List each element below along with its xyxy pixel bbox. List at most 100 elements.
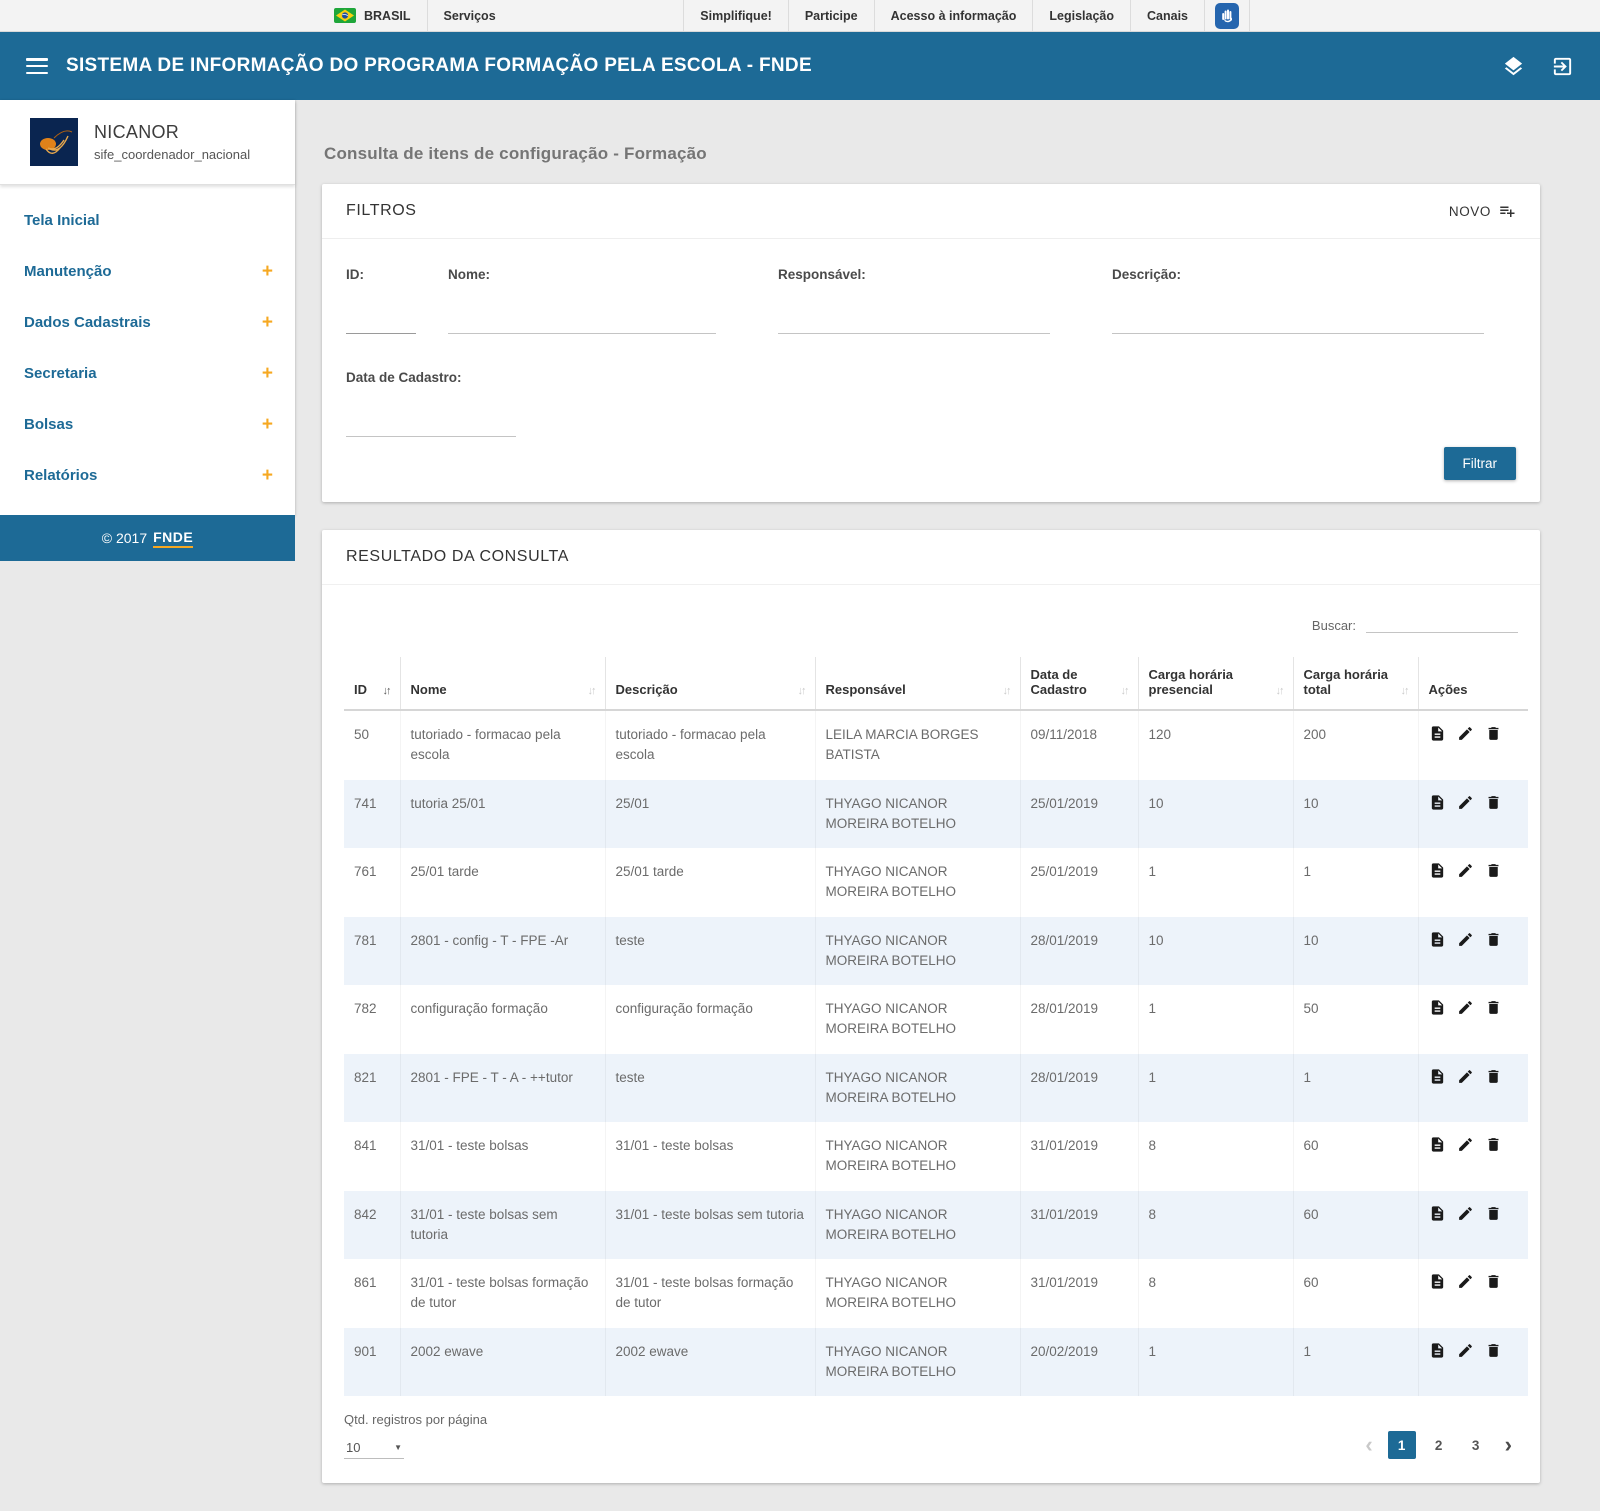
sidebar-menu-item[interactable]: Tela Inicial — [0, 195, 295, 246]
filtrar-button[interactable]: Filtrar — [1444, 447, 1517, 480]
expand-plus-icon[interactable]: + — [262, 418, 273, 432]
view-document-icon[interactable] — [1429, 1273, 1446, 1290]
gov-link[interactable]: Simplifique! — [683, 0, 788, 31]
cell-carga-presencial: 1 — [1138, 848, 1293, 917]
brasil-gov-link[interactable]: BRASIL — [318, 0, 427, 31]
vlibras-accessibility-icon[interactable] — [1215, 3, 1239, 29]
table-row: 782 configuração formação configuração f… — [344, 985, 1528, 1054]
cell-data-cadastro: 31/01/2019 — [1020, 1259, 1138, 1328]
edit-pencil-icon[interactable] — [1457, 1205, 1474, 1222]
table-row: 761 25/01 tarde 25/01 tarde THYAGO NICAN… — [344, 848, 1528, 917]
cell-data-cadastro: 20/02/2019 — [1020, 1328, 1138, 1397]
view-document-icon[interactable] — [1429, 794, 1446, 811]
delete-trash-icon[interactable] — [1485, 1068, 1502, 1085]
expand-plus-icon[interactable]: + — [262, 316, 273, 330]
filter-descricao-label: Descrição: — [1112, 267, 1484, 282]
cell-id: 901 — [344, 1328, 400, 1397]
filter-data-cadastro-input[interactable] — [346, 415, 516, 437]
edit-pencil-icon[interactable] — [1457, 999, 1474, 1016]
table-row: 842 31/01 - teste bolsas sem tutoria 31/… — [344, 1191, 1528, 1260]
sort-icon: ↓↑ — [1276, 685, 1283, 697]
cell-id: 782 — [344, 985, 400, 1054]
sidebar-menu-item[interactable]: Relatórios + — [0, 450, 295, 501]
column-header-responsavel[interactable]: Responsável↓↑ — [815, 657, 1020, 710]
column-header-carga-total[interactable]: Carga horária total↓↑ — [1293, 657, 1418, 710]
layers-icon[interactable] — [1502, 55, 1525, 78]
delete-trash-icon[interactable] — [1485, 725, 1502, 742]
pagination-next-icon[interactable]: › — [1499, 1434, 1518, 1456]
cell-carga-presencial: 8 — [1138, 1122, 1293, 1191]
pagination-page-3[interactable]: 3 — [1462, 1431, 1490, 1459]
cell-responsavel: THYAGO NICANOR MOREIRA BOTELHO — [815, 985, 1020, 1054]
pagination-page-1[interactable]: 1 — [1388, 1431, 1416, 1459]
cell-descricao: configuração formação — [605, 985, 815, 1054]
column-header-carga-presencial[interactable]: Carga horária presencial↓↑ — [1138, 657, 1293, 710]
logout-icon[interactable] — [1551, 55, 1574, 78]
gov-link[interactable]: Legislação — [1032, 0, 1130, 31]
expand-plus-icon[interactable]: + — [262, 367, 273, 381]
gov-link[interactable]: Participe — [788, 0, 874, 31]
app-header: SISTEMA DE INFORMAÇÃO DO PROGRAMA FORMAÇ… — [0, 32, 1600, 100]
delete-trash-icon[interactable] — [1485, 862, 1502, 879]
cell-id: 821 — [344, 1054, 400, 1123]
filter-responsavel-input[interactable] — [778, 312, 1050, 334]
delete-trash-icon[interactable] — [1485, 794, 1502, 811]
delete-trash-icon[interactable] — [1485, 931, 1502, 948]
view-document-icon[interactable] — [1429, 999, 1446, 1016]
sort-icon: ↓↑ — [1003, 685, 1010, 697]
delete-trash-icon[interactable] — [1485, 1136, 1502, 1153]
cell-id: 50 — [344, 710, 400, 780]
edit-pencil-icon[interactable] — [1457, 862, 1474, 879]
view-document-icon[interactable] — [1429, 1136, 1446, 1153]
edit-pencil-icon[interactable] — [1457, 931, 1474, 948]
view-document-icon[interactable] — [1429, 931, 1446, 948]
per-page-select[interactable]: 10 ▼ — [344, 1437, 404, 1459]
brasil-label: BRASIL — [364, 9, 411, 23]
novo-button[interactable]: NOVO — [1449, 202, 1516, 220]
edit-pencil-icon[interactable] — [1457, 1136, 1474, 1153]
gov-link[interactable]: Acesso à informação — [874, 0, 1033, 31]
sidebar-menu-item[interactable]: Manutenção + — [0, 246, 295, 297]
delete-trash-icon[interactable] — [1485, 999, 1502, 1016]
sidebar-menu-item[interactable]: Bolsas + — [0, 399, 295, 450]
sort-icon: ↓↑ — [383, 685, 390, 697]
view-document-icon[interactable] — [1429, 1205, 1446, 1222]
column-header-descricao[interactable]: Descrição↓↑ — [605, 657, 815, 710]
edit-pencil-icon[interactable] — [1457, 1342, 1474, 1359]
column-header-data-cadastro[interactable]: Data de Cadastro↓↑ — [1020, 657, 1138, 710]
filter-id-input[interactable] — [346, 312, 416, 334]
delete-trash-icon[interactable] — [1485, 1205, 1502, 1222]
edit-pencil-icon[interactable] — [1457, 725, 1474, 742]
sidebar-menu-item[interactable]: Secretaria + — [0, 348, 295, 399]
view-document-icon[interactable] — [1429, 862, 1446, 879]
sort-icon: ↓↑ — [798, 685, 805, 697]
column-header-id[interactable]: ID↓↑ — [344, 657, 400, 710]
view-document-icon[interactable] — [1429, 1068, 1446, 1085]
table-row: 841 31/01 - teste bolsas 31/01 - teste b… — [344, 1122, 1528, 1191]
view-document-icon[interactable] — [1429, 725, 1446, 742]
buscar-input[interactable] — [1366, 613, 1518, 633]
delete-trash-icon[interactable] — [1485, 1273, 1502, 1290]
view-document-icon[interactable] — [1429, 1342, 1446, 1359]
pagination-prev-icon[interactable]: ‹ — [1359, 1434, 1378, 1456]
expand-plus-icon[interactable]: + — [262, 265, 273, 279]
pagination-page-2[interactable]: 2 — [1425, 1431, 1453, 1459]
filter-nome-input[interactable] — [448, 312, 716, 334]
fnde-link[interactable]: FNDE — [153, 529, 193, 548]
cell-data-cadastro: 28/01/2019 — [1020, 917, 1138, 986]
edit-pencil-icon[interactable] — [1457, 794, 1474, 811]
gov-link[interactable]: Canais — [1130, 0, 1205, 31]
expand-plus-icon[interactable]: + — [262, 469, 273, 483]
table-row: 741 tutoria 25/01 25/01 THYAGO NICANOR M… — [344, 780, 1528, 849]
delete-trash-icon[interactable] — [1485, 1342, 1502, 1359]
cell-responsavel: THYAGO NICANOR MOREIRA BOTELHO — [815, 1328, 1020, 1397]
sidebar-menu-item[interactable]: Dados Cadastrais + — [0, 297, 295, 348]
table-row: 861 31/01 - teste bolsas formação de tut… — [344, 1259, 1528, 1328]
edit-pencil-icon[interactable] — [1457, 1273, 1474, 1290]
column-header-nome[interactable]: Nome↓↑ — [400, 657, 605, 710]
menu-hamburger-icon[interactable] — [26, 58, 48, 74]
servicos-link[interactable]: Serviços — [427, 0, 512, 31]
edit-pencil-icon[interactable] — [1457, 1068, 1474, 1085]
filter-descricao-input[interactable] — [1112, 312, 1484, 334]
cell-carga-total: 1 — [1293, 1054, 1418, 1123]
